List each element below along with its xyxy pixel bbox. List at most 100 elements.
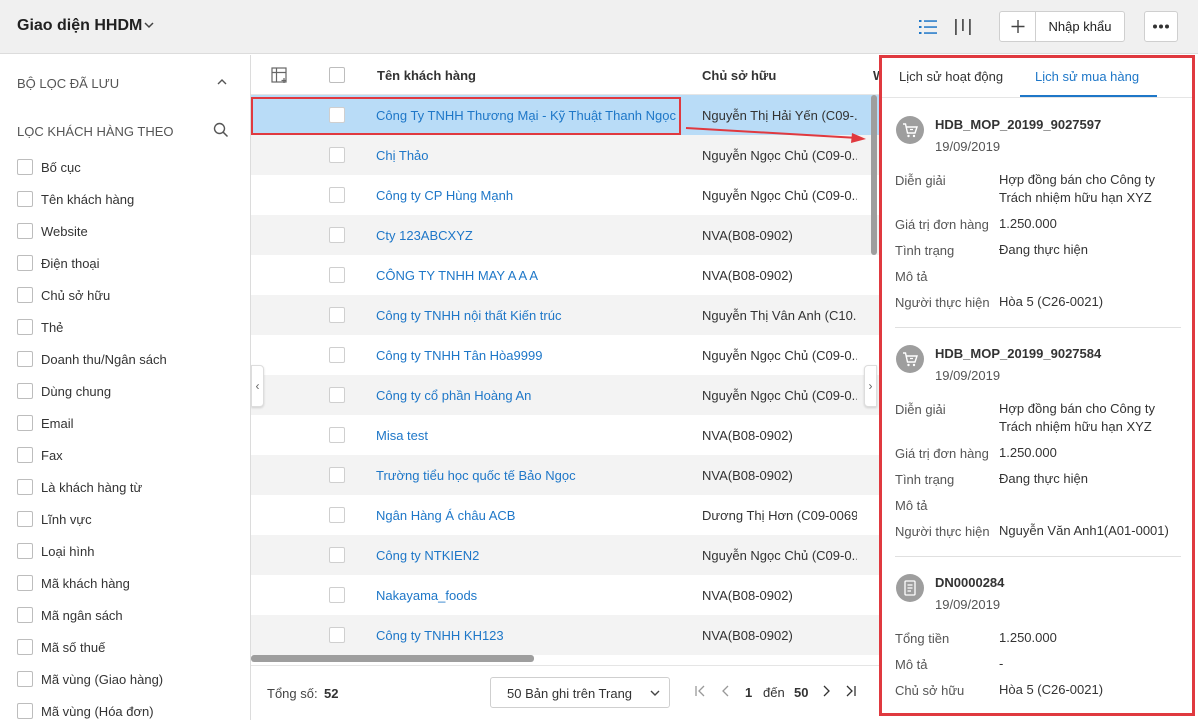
table-row[interactable]: Ngân Hàng Á châu ACB Dương Thị Hơn (C09-0…	[251, 495, 879, 535]
filter-checkbox[interactable]	[17, 159, 33, 175]
table-row[interactable]: Công ty TNHH Tân Hòa9999 Nguyễn Ngọc Chủ …	[251, 335, 879, 375]
customer-name-link[interactable]: Misa test	[376, 428, 428, 443]
collapse-panel-button[interactable]: ›	[864, 365, 877, 407]
chevron-up-icon[interactable]	[216, 76, 228, 88]
filter-checkbox[interactable]	[17, 639, 33, 655]
filter-option[interactable]: Mã ngân sách	[17, 605, 247, 625]
customer-name-link[interactable]: Ngân Hàng Á châu ACB	[376, 508, 515, 523]
order-code[interactable]: HDB_MOP_20199_9027597	[935, 117, 1101, 132]
view-title[interactable]: Giao diện HHDM	[17, 17, 142, 35]
filter-option[interactable]: Fax	[17, 445, 247, 465]
row-checkbox[interactable]	[329, 147, 345, 163]
filter-checkbox[interactable]	[17, 575, 33, 591]
last-page-icon[interactable]	[843, 684, 857, 698]
filter-option[interactable]: Là khách hàng từ	[17, 477, 247, 497]
filter-option[interactable]: Mã vùng (Giao hàng)	[17, 669, 247, 689]
row-checkbox[interactable]	[329, 427, 345, 443]
page-size-select[interactable]: 50 Bản ghi trên Trang	[490, 677, 670, 708]
row-checkbox[interactable]	[329, 307, 345, 323]
kanban-view-icon[interactable]	[952, 16, 974, 38]
row-checkbox[interactable]	[329, 347, 345, 363]
filter-checkbox[interactable]	[17, 607, 33, 623]
filter-option[interactable]: Mã vùng (Hóa đơn)	[17, 701, 247, 720]
horizontal-scrollbar[interactable]	[251, 655, 534, 662]
filter-checkbox[interactable]	[17, 191, 33, 207]
customer-name-link[interactable]: Công ty TNHH KH123	[376, 628, 504, 643]
customer-name-link[interactable]: CÔNG TY TNHH MAY A A A	[376, 268, 538, 283]
customer-name-link[interactable]: Cty 123ABCXYZ	[376, 228, 473, 243]
row-checkbox[interactable]	[329, 587, 345, 603]
import-button[interactable]: Nhập khẩu	[1036, 12, 1124, 41]
tab-purchase-history[interactable]: Lịch sử mua hàng	[1035, 69, 1139, 84]
table-row[interactable]: Công ty cổ phần Hoàng An Nguyễn Ngọc Chủ …	[251, 375, 879, 415]
first-page-icon[interactable]	[694, 684, 708, 698]
table-row[interactable]: Cty 123ABCXYZ NVA(B08-0902)	[251, 215, 879, 255]
filter-option[interactable]: Mã số thuế	[17, 637, 247, 657]
table-row[interactable]: CÔNG TY TNHH MAY A A A NVA(B08-0902)	[251, 255, 879, 295]
filter-option[interactable]: Dùng chung	[17, 381, 247, 401]
customer-name-link[interactable]: Công ty NTKIEN2	[376, 548, 479, 563]
row-checkbox[interactable]	[329, 267, 345, 283]
customer-name-link[interactable]: Chị Thảo	[376, 148, 429, 163]
collapse-sidebar-button[interactable]: ‹	[251, 365, 264, 407]
table-row[interactable]: Nakayama_foods NVA(B08-0902)	[251, 575, 879, 615]
row-checkbox[interactable]	[329, 227, 345, 243]
table-row[interactable]: Misa test NVA(B08-0902)	[251, 415, 879, 455]
filter-checkbox[interactable]	[17, 671, 33, 687]
filter-checkbox[interactable]	[17, 543, 33, 559]
column-header-name[interactable]: Tên khách hàng	[377, 68, 476, 83]
table-row[interactable]: Công ty TNHH KH123 NVA(B08-0902)	[251, 615, 879, 655]
customer-name-link[interactable]: Trường tiểu học quốc tế Bảo Ngọc	[376, 468, 576, 483]
table-row[interactable]: Công ty TNHH nội thất Kiến trúc Nguyễn Th…	[251, 295, 879, 335]
filter-checkbox[interactable]	[17, 319, 33, 335]
prev-page-icon[interactable]	[719, 684, 733, 698]
filter-checkbox[interactable]	[17, 223, 33, 239]
row-checkbox[interactable]	[329, 507, 345, 523]
filter-option[interactable]: Tên khách hàng	[17, 189, 247, 209]
customer-name-link[interactable]: Nakayama_foods	[376, 588, 477, 603]
filter-checkbox[interactable]	[17, 511, 33, 527]
filter-checkbox[interactable]	[17, 351, 33, 367]
list-view-icon[interactable]	[917, 16, 939, 38]
table-row[interactable]: Công ty CP Hùng Mạnh Nguyễn Ngọc Chủ (C09…	[251, 175, 879, 215]
filter-checkbox[interactable]	[17, 447, 33, 463]
next-page-icon[interactable]	[819, 684, 833, 698]
order-code[interactable]: HDB_MOP_20199_9027584	[935, 346, 1101, 361]
row-checkbox[interactable]	[329, 627, 345, 643]
filter-option[interactable]: Email	[17, 413, 247, 433]
order-code[interactable]: DN0000284	[935, 575, 1004, 590]
filter-checkbox[interactable]	[17, 255, 33, 271]
row-checkbox[interactable]	[329, 547, 345, 563]
customer-name-link[interactable]: Công ty TNHH nội thất Kiến trúc	[376, 308, 561, 323]
customer-name-link[interactable]: Công ty cổ phần Hoàng An	[376, 388, 531, 403]
row-checkbox[interactable]	[329, 467, 345, 483]
row-checkbox[interactable]	[329, 187, 345, 203]
customer-name-link[interactable]: Công ty CP Hùng Mạnh	[376, 188, 513, 203]
column-header-owner[interactable]: Chủ sở hữu	[702, 68, 776, 83]
filter-option[interactable]: Lĩnh vực	[17, 509, 247, 529]
customer-name-link[interactable]: Công ty TNHH Tân Hòa9999	[376, 348, 542, 363]
table-row[interactable]: Trường tiểu học quốc tế Bảo Ngọc NVA(B08-…	[251, 455, 879, 495]
filter-option[interactable]: Thẻ	[17, 317, 247, 337]
filter-option[interactable]: Mã khách hàng	[17, 573, 247, 593]
filter-option[interactable]: Chủ sở hữu	[17, 285, 247, 305]
filter-option[interactable]: Website	[17, 221, 247, 241]
row-checkbox[interactable]	[329, 387, 345, 403]
select-all-checkbox[interactable]	[329, 67, 345, 83]
filter-option[interactable]: Bố cục	[17, 157, 247, 177]
filter-checkbox[interactable]	[17, 703, 33, 719]
chevron-down-icon[interactable]	[143, 19, 155, 31]
filter-option[interactable]: Điện thoại	[17, 253, 247, 273]
column-settings-icon[interactable]	[271, 67, 289, 84]
table-row[interactable]: Công ty NTKIEN2 Nguyễn Ngọc Chủ (C09-0...	[251, 535, 879, 575]
filter-checkbox[interactable]	[17, 287, 33, 303]
filter-checkbox[interactable]	[17, 415, 33, 431]
filter-option[interactable]: Doanh thu/Ngân sách	[17, 349, 247, 369]
tab-activity-history[interactable]: Lịch sử hoạt động	[899, 69, 1003, 84]
filter-option[interactable]: Loại hình	[17, 541, 247, 561]
filter-checkbox[interactable]	[17, 383, 33, 399]
filter-checkbox[interactable]	[17, 479, 33, 495]
more-options-button[interactable]	[1144, 11, 1178, 42]
search-icon[interactable]	[213, 122, 229, 138]
add-button[interactable]	[1000, 12, 1036, 41]
